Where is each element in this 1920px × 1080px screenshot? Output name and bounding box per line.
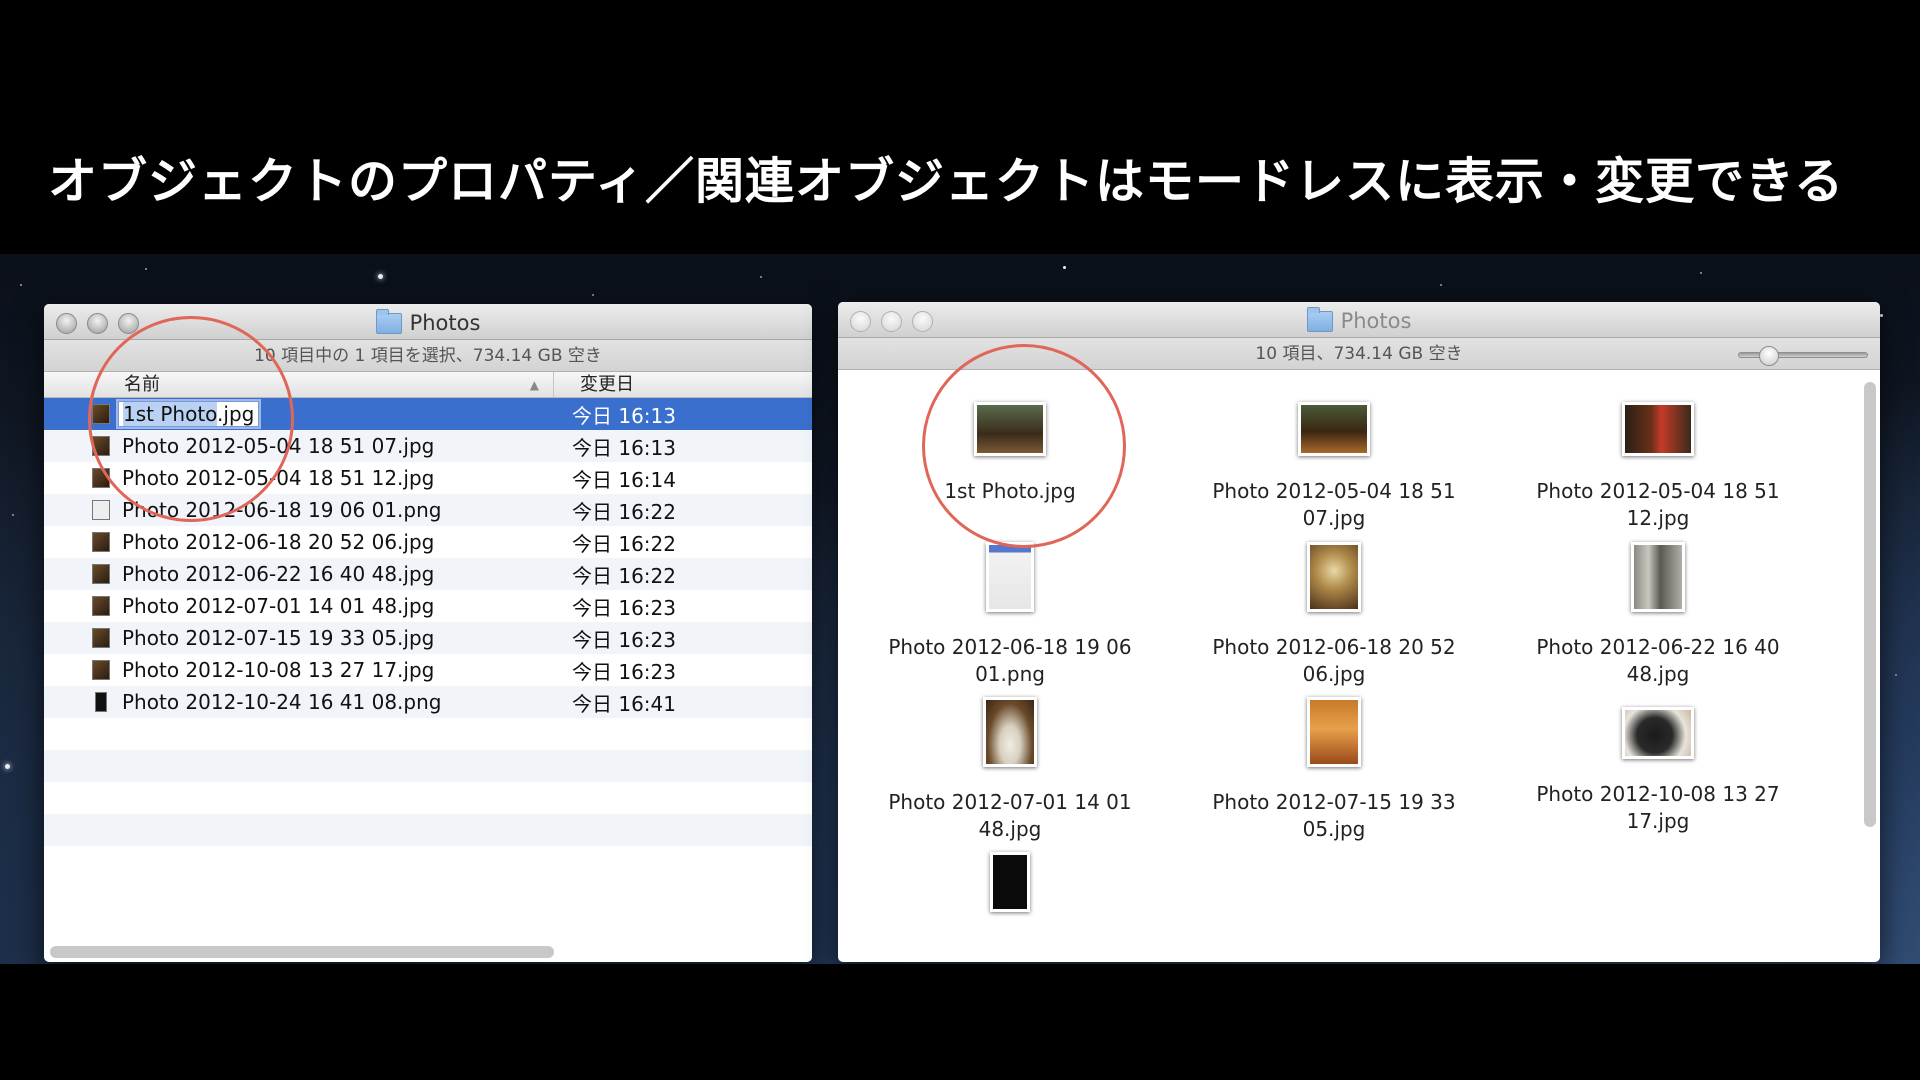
column-date-label: 変更日	[580, 374, 634, 395]
file-icon-item[interactable]: Photo 2012-05-04 18 51 07.jpg	[1184, 402, 1484, 532]
file-date: 今日 16:13	[572, 403, 676, 428]
file-icon-item[interactable]: Photo 2012-07-15 19 33 05.jpg	[1184, 697, 1484, 843]
file-name: Photo 2012-10-24 16 41 08.png	[122, 690, 442, 714]
photo-thumbnail	[1622, 402, 1694, 456]
file-date: 今日 16:23	[572, 659, 676, 684]
file-icon-label: Photo 2012-07-01 14 01 48.jpg	[888, 790, 1132, 841]
photo-thumbnail	[1307, 697, 1361, 767]
file-row[interactable]: Photo 2012-07-01 14 01 48.jpg 今日 16:23	[44, 590, 812, 622]
file-icon-item[interactable]: Photo 2012-07-01 14 01 48.jpg	[860, 697, 1160, 843]
png-file-icon	[92, 500, 110, 520]
folder-icon	[1306, 306, 1333, 332]
file-row[interactable]: Photo 2012-06-18 20 52 06.jpg 今日 16:22	[44, 526, 812, 558]
file-icon-item[interactable]: Photo 2012-06-22 16 40 48.jpg	[1508, 542, 1808, 688]
window-titlebar[interactable]: Photos	[838, 302, 1880, 338]
screenshot-thumbnail	[990, 852, 1030, 912]
icon-size-slider[interactable]	[1738, 346, 1868, 366]
file-icon-label: Photo 2012-05-04 18 51 12.jpg	[1536, 479, 1780, 530]
file-row[interactable]: Photo 2012-07-15 19 33 05.jpg 今日 16:23	[44, 622, 812, 654]
empty-row	[44, 846, 812, 878]
photo-thumbnail	[1631, 542, 1685, 612]
photo-thumbnail	[983, 697, 1037, 767]
desktop-background: Photos 10 項目中の 1 項目を選択、734.14 GB 空き 名前 ▲…	[0, 254, 1920, 964]
window-title: Photos	[838, 306, 1880, 333]
window-title-text: Photos	[1340, 309, 1412, 333]
status-text: 10 項目、734.14 GB 空き	[1255, 344, 1463, 364]
file-icon-item[interactable]: Photo 2012-06-18 19 06 01.png	[860, 542, 1160, 688]
photo-thumbnail	[1307, 542, 1361, 612]
image-file-icon	[92, 596, 110, 616]
empty-row	[44, 782, 812, 814]
highlight-circle-list	[88, 316, 294, 522]
file-icon-label: Photo 2012-06-22 16 40 48.jpg	[1536, 635, 1780, 686]
file-date: 今日 16:22	[572, 531, 676, 556]
empty-row	[44, 814, 812, 846]
file-name: Photo 2012-07-01 14 01 48.jpg	[122, 594, 435, 618]
slider-knob[interactable]	[1759, 346, 1779, 366]
photo-thumbnail	[1298, 402, 1370, 456]
file-icon-label: Photo 2012-10-08 13 27 17.jpg	[1536, 782, 1780, 833]
image-file-icon	[92, 628, 110, 648]
file-icon-label: Photo 2012-06-18 19 06 01.png	[888, 635, 1132, 686]
file-icon-item[interactable]: Photo 2012-06-18 20 52 06.jpg	[1184, 542, 1484, 688]
screenshot-thumbnail	[986, 542, 1034, 612]
file-row[interactable]: Photo 2012-10-08 13 27 17.jpg 今日 16:23	[44, 654, 812, 686]
file-name: Photo 2012-10-08 13 27 17.jpg	[122, 658, 435, 682]
file-icon-label: Photo 2012-06-18 20 52 06.jpg	[1212, 635, 1456, 686]
file-name: Photo 2012-07-15 19 33 05.jpg	[122, 626, 435, 650]
file-row[interactable]: Photo 2012-10-24 16 41 08.png 今日 16:41	[44, 686, 812, 718]
file-date: 今日 16:41	[572, 691, 676, 716]
image-file-icon	[92, 532, 110, 552]
file-icon-item[interactable]: Photo 2012-10-08 13 27 17.jpg	[1508, 707, 1808, 835]
vertical-scrollbar[interactable]	[1864, 382, 1876, 827]
empty-row	[44, 718, 812, 750]
file-date: 今日 16:13	[572, 435, 676, 460]
folder-icon	[375, 308, 402, 334]
file-date: 今日 16:22	[572, 499, 676, 524]
file-icon-label: Photo 2012-05-04 18 51 07.jpg	[1212, 479, 1456, 530]
png-file-icon	[95, 692, 107, 712]
file-icon-label: Photo 2012-07-15 19 33 05.jpg	[1212, 790, 1456, 841]
file-name: Photo 2012-06-18 20 52 06.jpg	[122, 530, 435, 554]
photo-thumbnail	[1622, 707, 1694, 759]
file-row[interactable]: Photo 2012-06-22 16 40 48.jpg 今日 16:22	[44, 558, 812, 590]
file-icon-item[interactable]: Photo 2012-05-04 18 51 12.jpg	[1508, 402, 1808, 532]
image-file-icon	[92, 660, 110, 680]
file-date: 今日 16:23	[572, 627, 676, 652]
file-icon-item[interactable]	[860, 852, 1160, 934]
slide-title: オブジェクトのプロパティ／関連オブジェクトはモードレスに表示・変更できる	[48, 153, 1845, 210]
file-date: 今日 16:14	[572, 467, 676, 492]
file-date: 今日 16:22	[572, 563, 676, 588]
empty-row	[44, 750, 812, 782]
column-header-date[interactable]: 変更日	[554, 372, 634, 397]
sort-ascending-icon: ▲	[529, 378, 539, 392]
image-file-icon	[92, 564, 110, 584]
horizontal-scrollbar[interactable]	[50, 946, 554, 958]
highlight-circle-icon	[922, 344, 1126, 548]
window-title-text: Photos	[409, 311, 481, 335]
file-date: 今日 16:23	[572, 595, 676, 620]
file-name: Photo 2012-06-22 16 40 48.jpg	[122, 562, 435, 586]
